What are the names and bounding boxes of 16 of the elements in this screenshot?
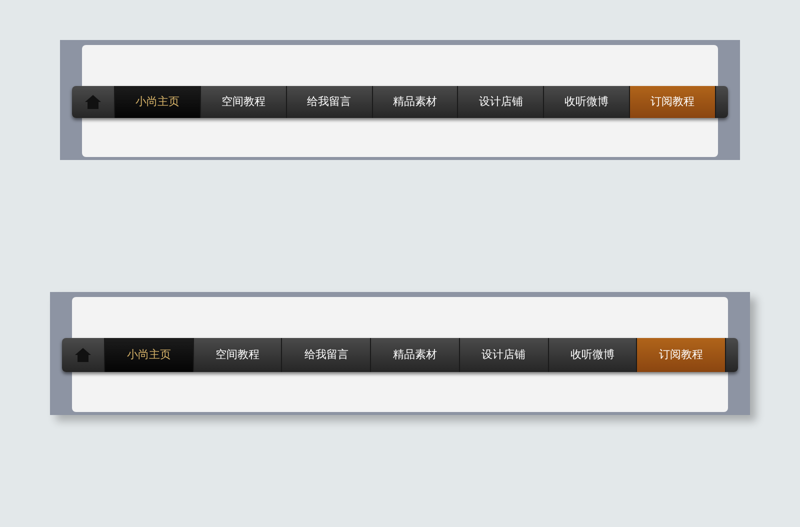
nav-item[interactable]: 空间教程 <box>200 86 287 118</box>
nav-item[interactable]: 精品素材 <box>371 338 460 372</box>
nav-item[interactable]: 空间教程 <box>194 338 282 372</box>
home-icon <box>85 95 101 109</box>
nav-item[interactable]: 订阅教程 <box>637 338 726 372</box>
nav-item[interactable]: 小尚主页 <box>105 338 194 372</box>
nav-item[interactable]: 收听微博 <box>548 338 638 372</box>
nav-item[interactable]: 小尚主页 <box>115 86 201 118</box>
nav-item[interactable]: 精品素材 <box>372 86 458 118</box>
nav-item[interactable]: 设计店铺 <box>460 338 549 372</box>
nav-item[interactable]: 订阅教程 <box>630 86 716 118</box>
nav-item[interactable]: 给我留言 <box>282 338 372 372</box>
home-icon <box>75 348 91 362</box>
nav-item[interactable]: 设计店铺 <box>458 86 544 118</box>
nav-item[interactable]: 给我留言 <box>286 86 373 118</box>
nav-item[interactable]: 收听微博 <box>544 86 630 118</box>
